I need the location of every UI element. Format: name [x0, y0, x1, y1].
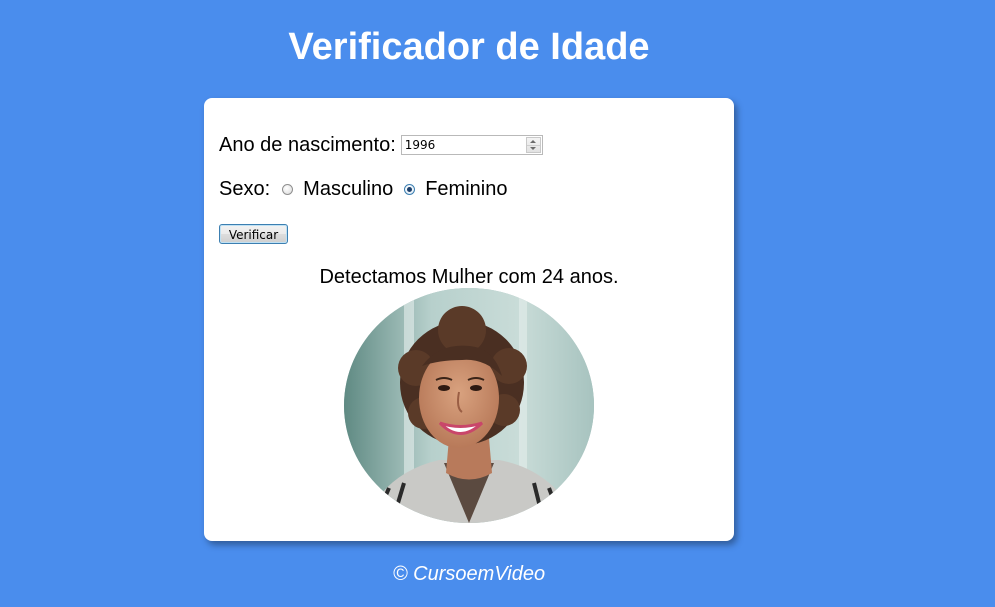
arrow-up-icon — [530, 139, 537, 143]
form-card: Ano de nascimento: 1996 Sexo: Masculino … — [204, 98, 734, 541]
arrow-down-icon — [530, 147, 537, 151]
birth-year-label: Ano de nascimento: — [219, 133, 396, 156]
radio-masculino[interactable] — [282, 183, 294, 195]
radio-label-feminino[interactable]: Feminino — [425, 178, 507, 201]
birth-year-input[interactable]: 1996 — [400, 135, 543, 155]
spinner-up-button[interactable] — [526, 138, 540, 146]
sex-row: Sexo: Masculino Feminino — [219, 177, 507, 201]
year-spinner — [525, 137, 541, 153]
woman-portrait-image — [344, 288, 594, 523]
radio-checked-dot — [407, 186, 413, 192]
result-photo — [344, 288, 594, 523]
footer-credit: © CursoemVideo — [392, 563, 546, 585]
result-text: Detectamos Mulher com 24 anos. — [319, 266, 619, 288]
radio-label-masculino[interactable]: Masculino — [303, 178, 393, 201]
spinner-down-button[interactable] — [527, 146, 540, 153]
birth-year-value: 1996 — [404, 138, 436, 152]
page-title: Verificador de Idade — [288, 26, 650, 68]
birth-year-row: Ano de nascimento: 1996 — [219, 133, 543, 157]
sex-label: Sexo: — [219, 177, 271, 200]
verify-button[interactable]: Verificar — [219, 224, 288, 244]
radio-feminino[interactable] — [404, 183, 416, 195]
